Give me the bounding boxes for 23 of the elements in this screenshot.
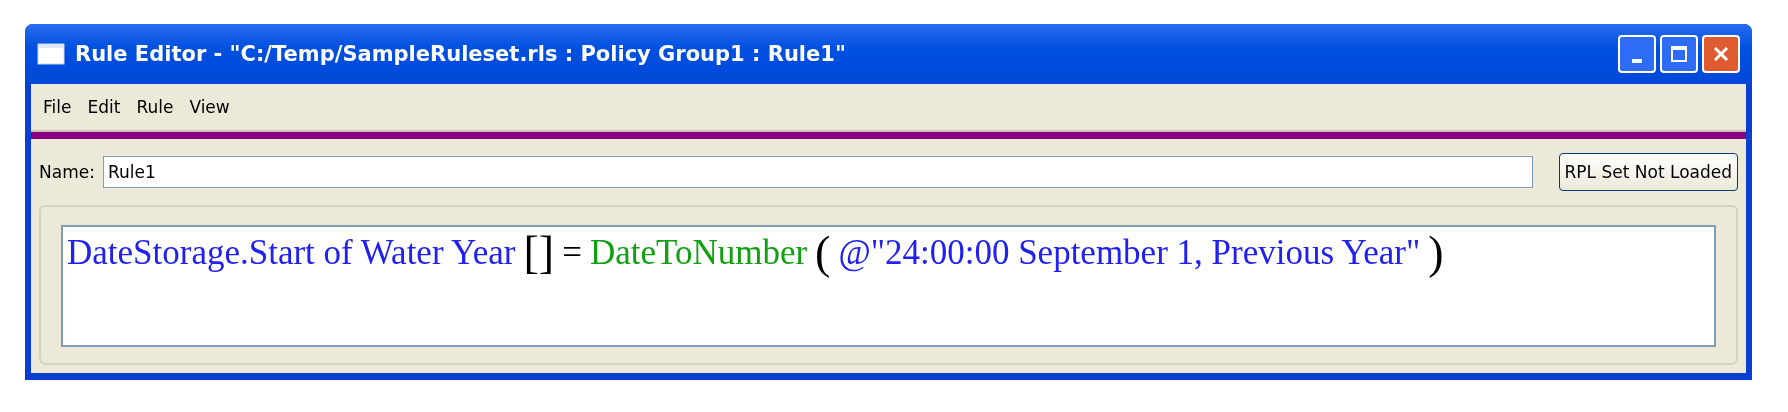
rpl-status-button[interactable]: RPL Set Not Loaded xyxy=(1558,153,1738,191)
minimize-icon xyxy=(1632,59,1642,63)
maximize-icon xyxy=(1670,45,1688,63)
expression-editor[interactable]: DateStorage.Start of Water Year [] = DateToNumber ( @"24:00:00 September 1, Previous Year" ) xyxy=(61,225,1716,347)
operator: = xyxy=(562,233,582,273)
window-title: Rule Editor - "C:/Temp/SampleRuleset.rls : Policy Group1 : Rule1" xyxy=(75,42,847,66)
menu-item[interactable]: View xyxy=(189,97,230,117)
close-icon xyxy=(1712,45,1730,63)
bracket: ) xyxy=(1428,227,1444,279)
menu-item[interactable]: Edit xyxy=(87,97,121,117)
name-label: Name: xyxy=(39,162,95,182)
window-icon xyxy=(37,43,65,65)
name-field[interactable]: Rule1 xyxy=(102,156,1533,188)
minimize-button[interactable] xyxy=(1618,35,1656,73)
menu-item[interactable]: File xyxy=(43,97,72,117)
menu-item[interactable]: Rule xyxy=(136,97,174,117)
maximize-button[interactable] xyxy=(1660,35,1698,73)
expression-slot: DateStorage.Start of Water Year xyxy=(67,233,516,273)
expression-slot: @"24:00:00 September 1, Previous Year" xyxy=(838,233,1421,273)
function-name: DateToNumber xyxy=(589,233,808,273)
close-button[interactable] xyxy=(1702,35,1740,73)
bracket: ( xyxy=(815,227,831,279)
bracket: [] xyxy=(523,227,555,279)
